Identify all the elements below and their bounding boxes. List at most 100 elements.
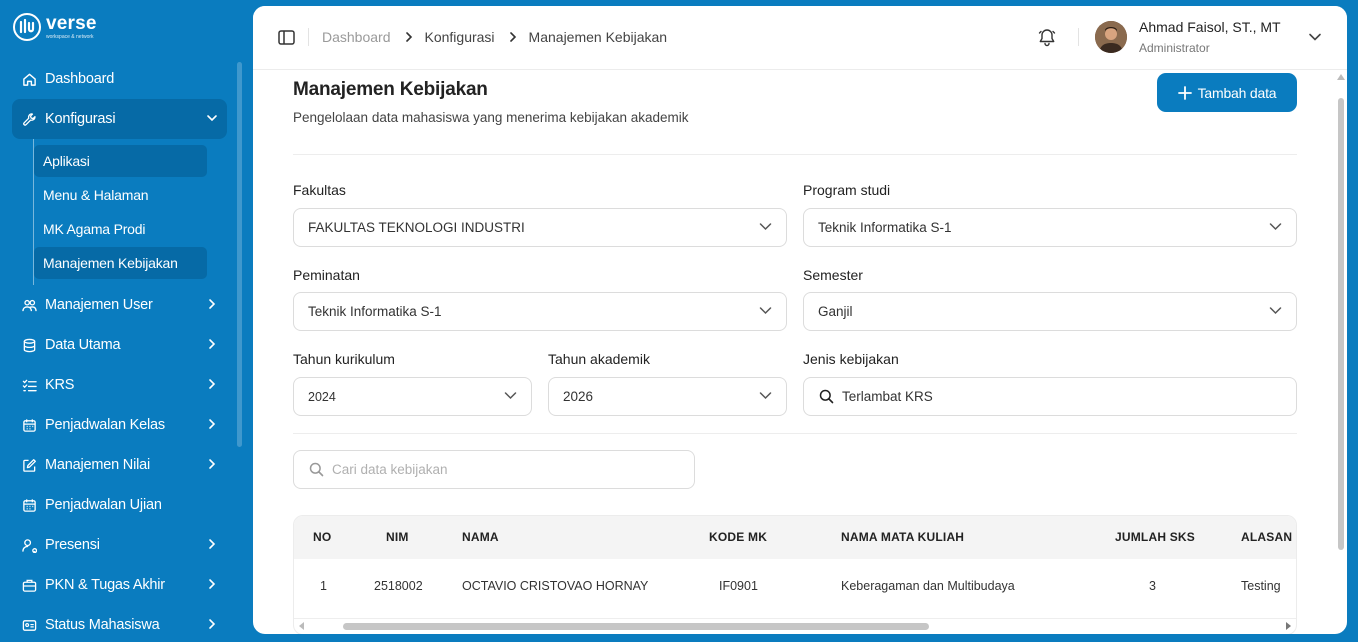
sidebar-item-presensi[interactable]: Presensi [12,525,227,565]
chevron-down-icon [759,222,772,231]
fakultas-label: Fakultas [293,182,346,198]
jenis-kebijakan-field[interactable]: Terlambat KRS [803,377,1297,416]
sidebar-item-label: Penjadwalan Ujian [45,497,162,513]
sidebar-item-label: Status Mahasiswa [45,617,160,633]
breadcrumb: Dashboard Konfigurasi Manajemen Kebijaka… [322,28,667,46]
notification-bell-icon[interactable] [1038,28,1056,47]
sidebar-subitem-menu-halaman[interactable]: Menu & Halaman [34,179,207,211]
search-icon [819,389,834,404]
col-kode-mk[interactable]: KODE MK [709,530,767,544]
chevron-down-icon[interactable] [1308,32,1322,42]
sidebar-item-label: Dashboard [45,71,115,87]
prodi-value: Teknik Informatika S-1 [818,220,952,235]
row-divider [294,618,1296,619]
jenis-kebijakan-value: Terlambat KRS [842,389,933,404]
sidebar-item-krs[interactable]: KRS [12,365,227,405]
scroll-up-icon[interactable] [1337,74,1345,80]
scroll-left-icon[interactable] [299,622,305,630]
sidebar-item-status-mahasiswa[interactable]: Status Mahasiswa [12,605,227,642]
calendar-icon [21,417,37,433]
cell-no: 1 [320,579,327,593]
col-nama-mata-kuliah[interactable]: NAMA MATA KULIAH [841,530,964,544]
breadcrumb-dashboard[interactable]: Dashboard [322,28,391,46]
brand-name: verse [46,12,97,34]
cell-nama: OCTAVIO CRISTOVAO HORNAY [462,579,649,593]
scroll-right-icon[interactable] [1285,622,1291,630]
konfigurasi-submenu: Aplikasi Menu & Halaman MK Agama Prodi M… [33,139,227,285]
users-icon [21,297,37,313]
chevron-right-icon [205,417,219,431]
app-logo[interactable]: verse workspace & network [12,12,97,42]
sidebar-toggle-icon[interactable] [278,30,295,45]
sidebar-item-label: Presensi [45,537,100,553]
prodi-select[interactable]: Teknik Informatika S-1 [803,208,1297,247]
user-search-icon [21,537,37,553]
cell-kode-mk: IF0901 [719,579,758,593]
search-input[interactable] [332,462,632,477]
akademik-select[interactable]: 2026 [548,377,787,416]
sidebar-item-pkn-tugas-akhir[interactable]: PKN & Tugas Akhir [12,565,227,605]
peminatan-select[interactable]: Teknik Informatika S-1 [293,292,787,331]
sidebar-item-label: Penjadwalan Kelas [45,417,165,433]
semester-value: Ganjil [818,304,853,319]
sidebar-item-manajemen-user[interactable]: Manajemen User [12,285,227,325]
vertical-scrollbar[interactable] [1338,98,1344,550]
sidebar-item-data-utama[interactable]: Data Utama [12,325,227,365]
edit-icon [21,457,37,473]
chevron-down-icon [759,306,772,315]
sidebar-subitem-mk-agama-prodi[interactable]: MK Agama Prodi [34,213,207,245]
chevron-right-icon [405,32,413,42]
jenis-label: Jenis kebijakan [803,351,899,367]
peminatan-value: Teknik Informatika S-1 [308,304,442,319]
sidebar-item-penjadwalan-ujian[interactable]: Penjadwalan Ujian [12,485,227,525]
sidebar-subitem-aplikasi[interactable]: Aplikasi [34,145,207,177]
cell-nim: 2518002 [374,579,423,593]
cell-alasan: Testing [1241,579,1281,593]
sidebar-item-konfigurasi[interactable]: Konfigurasi [12,99,227,139]
sidebar-item-penjadwalan-kelas[interactable]: Penjadwalan Kelas [12,405,227,445]
add-data-button[interactable]: Tambah data [1157,73,1297,112]
plus-icon [1177,85,1192,100]
policy-table: NO NIM NAMA KODE MK NAMA MATA KULIAH JUM… [293,515,1297,634]
akademik-label: Tahun akademik [548,351,650,367]
avatar[interactable] [1095,21,1127,53]
sidebar-item-dashboard[interactable]: Dashboard [12,59,227,99]
sidebar-item-label: Konfigurasi [45,111,116,127]
page-content: Manajemen Kebijakan Pengelolaan data mah… [253,71,1339,634]
chevron-right-icon [205,537,219,551]
calendar-icon [21,497,37,513]
sidebar-item-label: Data Utama [45,337,121,353]
chevron-down-icon [759,391,772,400]
horizontal-scrollbar[interactable] [343,623,929,630]
chevron-down-icon [1269,222,1282,231]
col-jumlah-sks[interactable]: JUMLAH SKS [1115,530,1195,544]
col-nama[interactable]: NAMA [462,530,499,544]
top-bar: Dashboard Konfigurasi Manajemen Kebijaka… [253,6,1347,70]
sidebar-item-manajemen-nilai[interactable]: Manajemen Nilai [12,445,227,485]
divider [293,154,1297,155]
chevron-down-icon [1269,306,1282,315]
page-title: Manajemen Kebijakan [293,79,488,100]
sidebar-scrollbar[interactable] [237,62,242,447]
divider [1078,28,1079,46]
checklist-icon [21,377,37,393]
chevron-right-icon [205,457,219,471]
kurikulum-select[interactable]: 2024 [293,377,532,416]
sidebar-subitem-manajemen-kebijakan[interactable]: Manajemen Kebijakan [34,247,207,279]
kurikulum-value: 2024 [308,389,336,404]
fakultas-select[interactable]: FAKULTAS TEKNOLOGI INDUSTRI [293,208,787,247]
peminatan-label: Peminatan [293,267,360,283]
sidebar-nav: Dashboard Konfigurasi Aplikasi Menu & Ha… [12,59,227,642]
search-field[interactable] [293,450,695,489]
col-alasan[interactable]: ALASAN [1241,530,1292,544]
col-nim[interactable]: NIM [386,530,409,544]
col-no[interactable]: NO [313,530,331,544]
fakultas-value: FAKULTAS TEKNOLOGI INDUSTRI [308,220,525,235]
semester-select[interactable]: Ganjil [803,292,1297,331]
chevron-down-icon [504,391,517,400]
id-card-icon [21,617,37,633]
cell-nama-mata-kuliah: Keberagaman dan Multibudaya [841,579,1015,593]
wrench-icon [21,111,37,127]
breadcrumb-konfigurasi[interactable]: Konfigurasi [425,28,495,46]
semester-label: Semester [803,267,863,283]
